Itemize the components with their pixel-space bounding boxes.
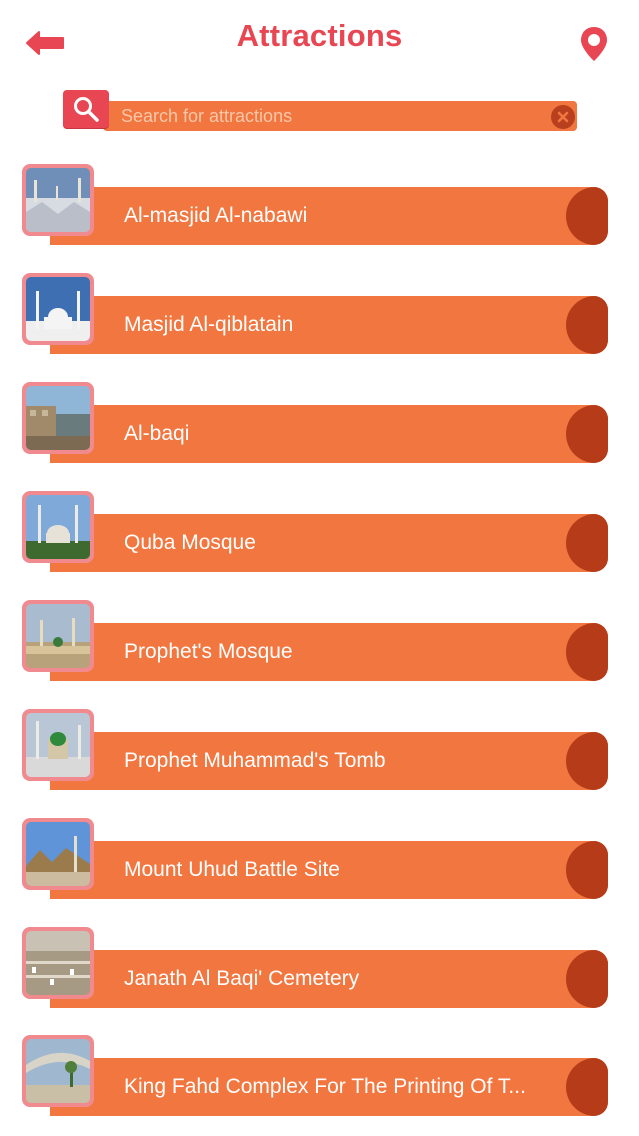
map-pin-icon (581, 27, 607, 61)
item-label: King Fahd Complex For The Printing Of T.… (124, 1075, 526, 1098)
item-label: Al-masjid Al-nabawi (124, 204, 308, 227)
list-item-mount-uhud-battle-site[interactable]: Mount Uhud Battle Site (20, 818, 612, 904)
search-button[interactable] (63, 90, 109, 128)
list-item-prophets-mosque[interactable]: Prophet's Mosque (20, 600, 612, 686)
banner-cap (566, 514, 608, 572)
clear-icon (557, 111, 569, 123)
printing-complex-photo (26, 1039, 90, 1103)
list-item-masjid-al-qiblatain[interactable]: Masjid Al-qiblatain (20, 273, 612, 359)
location-button[interactable] (574, 24, 614, 64)
banner-cap (566, 187, 608, 245)
item-thumbnail (22, 1035, 94, 1107)
search-input[interactable] (121, 101, 541, 131)
mosque-panorama-photo (26, 604, 90, 668)
item-thumbnail (22, 382, 94, 454)
list-item-janath-al-baqi-cemetery[interactable]: Janath Al Baqi' Cemetery (20, 927, 612, 1013)
item-thumbnail (22, 927, 94, 999)
cemetery-wall-photo (26, 386, 90, 450)
banner-cap (566, 841, 608, 899)
item-thumbnail (22, 818, 94, 890)
item-thumbnail (22, 600, 94, 672)
banner-cap (566, 405, 608, 463)
list-item-king-fahd-complex[interactable]: King Fahd Complex For The Printing Of T.… (20, 1035, 612, 1121)
item-thumbnail (22, 491, 94, 563)
cemetery-crowd-photo (26, 931, 90, 995)
list-item-al-masjid-al-nabawi[interactable]: Al-masjid Al-nabawi (20, 164, 612, 250)
item-label: Al-baqi (124, 422, 190, 445)
item-label: Prophet's Mosque (124, 640, 293, 663)
item-label: Janath Al Baqi' Cemetery (124, 967, 360, 990)
search-bar (63, 90, 579, 134)
clear-button[interactable] (551, 105, 575, 129)
banner-cap (566, 950, 608, 1008)
green-dome-photo (26, 713, 90, 777)
item-thumbnail (22, 273, 94, 345)
page-title: Attractions (236, 18, 403, 53)
item-thumbnail (22, 164, 94, 236)
list-item-prophet-muhammads-tomb[interactable]: Prophet Muhammad's Tomb (20, 709, 612, 795)
item-label: Quba Mosque (124, 531, 256, 554)
list-item-quba-mosque[interactable]: Quba Mosque (20, 491, 612, 577)
list-item-al-baqi[interactable]: Al-baqi (20, 382, 612, 468)
mosque-courtyard-photo (26, 168, 90, 232)
item-label: Mount Uhud Battle Site (124, 858, 340, 881)
search-icon (74, 97, 99, 122)
banner-cap (566, 732, 608, 790)
item-label: Masjid Al-qiblatain (124, 313, 294, 336)
item-thumbnail (22, 709, 94, 781)
banner-cap (566, 1058, 608, 1116)
item-label: Prophet Muhammad's Tomb (124, 749, 386, 772)
mountain-site-photo (26, 822, 90, 886)
white-mosque-photo (26, 277, 90, 341)
header: Attractions (0, 0, 639, 84)
banner-cap (566, 623, 608, 681)
mosque-minarets-photo (26, 495, 90, 559)
banner-cap (566, 296, 608, 354)
